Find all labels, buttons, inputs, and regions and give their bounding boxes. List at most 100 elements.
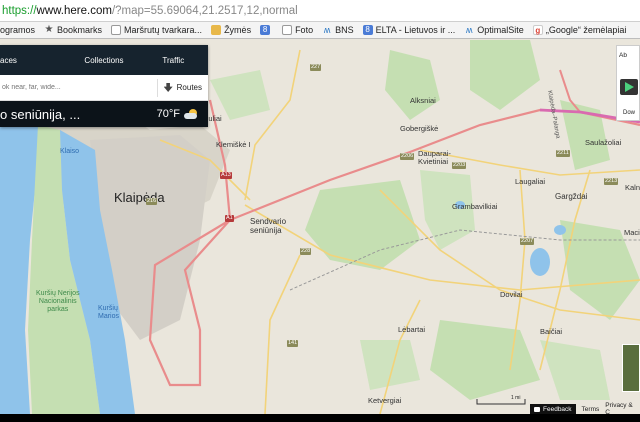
forest-area <box>540 340 610 400</box>
screenshot-root: https:// www.here.com /?map=55.69064,21.… <box>0 0 640 422</box>
map-label-gargzdai: Gargždai <box>555 192 588 201</box>
bookmark-elta[interactable]: 8 ELTA - Lietuvos ir ... <box>362 25 456 35</box>
search-input[interactable] <box>0 84 157 91</box>
bookmark-label: BNS <box>335 25 354 35</box>
forest-area <box>360 340 420 390</box>
map-label-klaiso: Klaiso <box>60 148 80 155</box>
map-label-klaipeda: Klaipėda <box>114 190 165 205</box>
bookmark-zymes[interactable]: Žymės <box>211 25 251 35</box>
shield-141: 141 <box>287 340 299 347</box>
map-footer: Feedback Terms Privacy & C <box>530 402 640 416</box>
map-label-laugaliai: Laugaliai <box>515 177 546 186</box>
feedback-button[interactable]: Feedback <box>530 404 576 414</box>
shield-a13: A13 <box>220 172 232 179</box>
promo-label-bottom: Dow <box>623 110 636 116</box>
bookmark-programos[interactable]: ogramos <box>0 25 35 35</box>
forest-area <box>470 40 540 110</box>
partly-cloudy-icon <box>184 108 200 120</box>
app-promo-widget[interactable]: Ab Dow <box>616 45 640 121</box>
page-icon <box>111 25 122 35</box>
panel-tabs: aces Collections Traffic <box>0 45 208 75</box>
current-place-bar[interactable]: o seniūnija, ... 70°F <box>0 101 208 127</box>
feedback-icon <box>534 406 540 412</box>
shield-216: 216 <box>146 198 158 205</box>
tab-collections[interactable]: Collections <box>69 56 138 65</box>
url-scheme: https:// <box>2 4 37 17</box>
bookmark-label: ELTA - Lietuvos ir ... <box>375 25 456 35</box>
map-label-daupariai: Dauparai- Kvietiniai <box>418 149 451 166</box>
shield-2206: 2206 <box>400 153 415 160</box>
bookmark-label: OptimalSite <box>477 25 524 35</box>
map-label-ketvergiai: Ketvergiai <box>368 396 402 405</box>
lake <box>530 248 550 276</box>
map-label-sendvario: Sendvario seniūnija <box>250 217 287 235</box>
bottom-border <box>0 414 640 422</box>
forest-area <box>430 320 540 400</box>
g-icon: 8 <box>362 25 373 35</box>
map-label-kursiu-marios: Kuršių Marios <box>98 305 120 320</box>
map-label-dovilai: Dovilai <box>500 290 523 299</box>
bird-icon: ʍ <box>323 25 331 35</box>
weather-display: 70°F <box>157 108 200 120</box>
bookmark-marsrutu[interactable]: Maršrutų tvarkara... <box>111 25 202 35</box>
tab-traffic[interactable]: Traffic <box>139 56 208 65</box>
play-store-icon <box>620 79 638 95</box>
bookmark-google-maps[interactable]: g „Google“ žemėlapiai <box>532 25 627 35</box>
bookmark-label: Bookmarks <box>57 25 103 35</box>
map-label-gobergiske: Gobergiškė <box>400 124 439 133</box>
place-name: o seniūnija, ... <box>0 106 81 122</box>
bookmark-bookmarks[interactable]: ★ Bookmarks <box>44 24 103 36</box>
routes-button[interactable]: Routes <box>156 78 208 97</box>
folder-icon <box>211 25 222 35</box>
forest-area <box>210 70 270 120</box>
g-icon: 8 <box>260 25 271 35</box>
shield-2211: 2211 <box>556 150 570 157</box>
shield-a1: A1 <box>225 215 234 222</box>
temperature: 70°F <box>156 108 180 120</box>
search-row: Routes <box>0 75 208 101</box>
scale-label: 1 mi <box>511 395 521 401</box>
bookmark-label: ogramos <box>0 25 36 35</box>
shield-2203: 2203 <box>452 162 467 169</box>
tab-places[interactable]: aces <box>0 56 69 65</box>
url-host: www.here.com <box>36 4 112 17</box>
feedback-label: Feedback <box>543 405 572 413</box>
bookmark-label: Foto <box>295 25 314 35</box>
bookmarks-bar: ogramos ★ Bookmarks Maršrutų tvarkara... … <box>0 22 640 39</box>
map-label-klemiske: Klemiškė I <box>216 140 251 149</box>
shield-2207: 2207 <box>520 238 535 245</box>
map-label-sauzosiai: Saulažoliai <box>585 138 622 147</box>
bookmark-label: Maršrutų tvarkara... <box>124 25 203 35</box>
here-side-panel: aces Collections Traffic Routes o seniūn… <box>0 45 208 127</box>
forest-area <box>385 50 440 120</box>
map-label-maciu: Maciu <box>624 228 640 237</box>
map-label-lebartai: Lėbartai <box>398 325 426 334</box>
promo-label-top: Ab <box>619 52 627 59</box>
shield-227: 227 <box>310 64 322 71</box>
shield-2213: 2213 <box>604 178 619 185</box>
forest-area <box>305 180 420 270</box>
star-icon: ★ <box>44 24 54 35</box>
bird-icon: ʍ <box>466 25 473 35</box>
shield-228: 228 <box>300 248 312 255</box>
url-path: /?map=55.69064,21.2517,12,normal <box>111 4 298 17</box>
bookmark-label: „Google“ žemėlapiai <box>545 25 627 35</box>
bookmark-foto[interactable]: Foto <box>282 25 313 35</box>
map-label-alksniai: Alksniai <box>410 96 436 105</box>
map-label-kalniai: Kalni <box>625 183 640 192</box>
bookmark-bns[interactable]: ʍ BNS <box>322 25 354 35</box>
bookmark-g[interactable]: 8 <box>260 25 273 35</box>
lake <box>554 225 566 235</box>
google-maps-icon: g <box>532 25 543 35</box>
bookmark-optimalsite[interactable]: ʍ OptimalSite <box>464 25 524 35</box>
map-label-kursiu-park: Kuršių Nerijos Nacionalinis parkas <box>36 290 80 313</box>
map-label-baiciai: Baičiai <box>540 327 563 336</box>
map-label-grambavilkiai: Grambavilkiai <box>452 202 498 211</box>
terms-link[interactable]: Terms <box>582 406 600 413</box>
satellite-thumbnail[interactable] <box>622 344 640 392</box>
page-icon <box>282 25 293 35</box>
url-bar[interactable]: https:// www.here.com /?map=55.69064,21.… <box>0 0 640 22</box>
routes-icon <box>163 83 173 92</box>
bookmark-label: Žymės <box>224 25 252 35</box>
routes-label: Routes <box>176 83 202 92</box>
